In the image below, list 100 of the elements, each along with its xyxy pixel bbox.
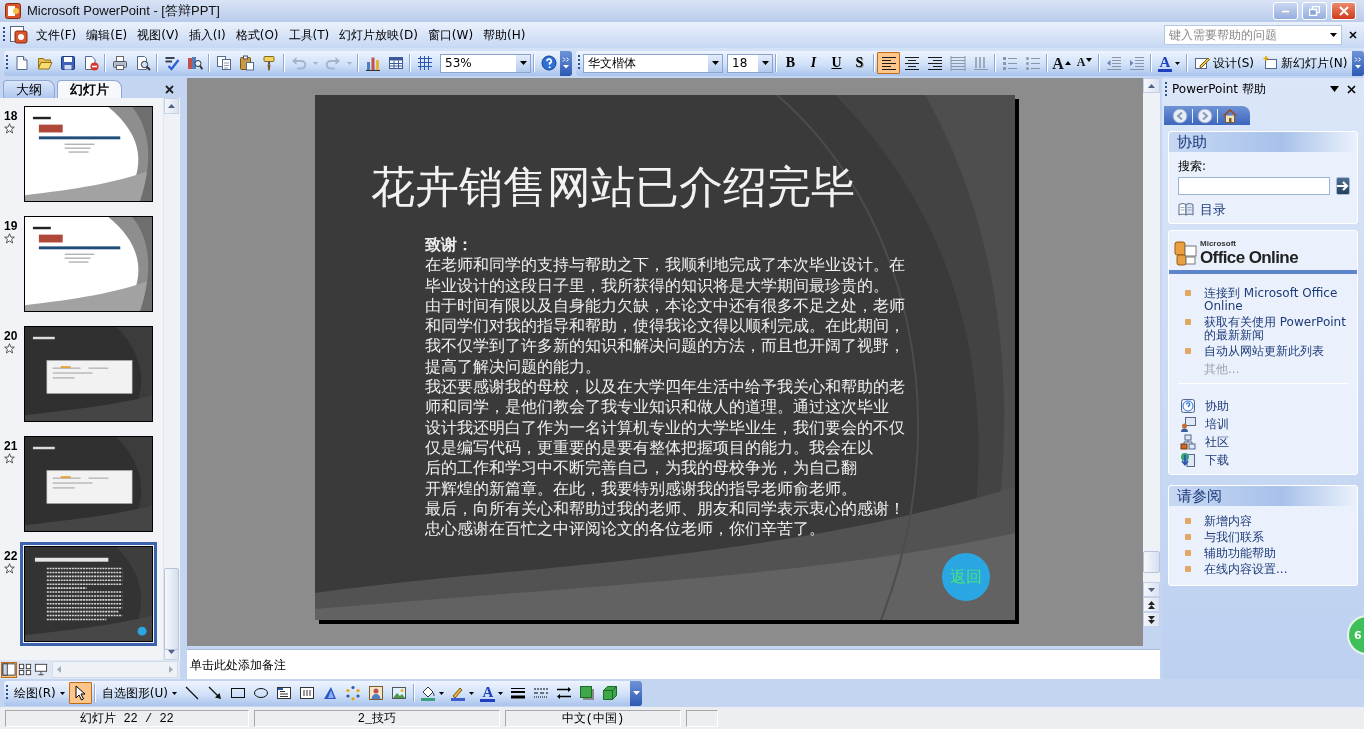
resource-link[interactable]: 社区 [1178,434,1349,450]
bullet-icon [1185,566,1191,572]
close-pane-button[interactable] [165,85,174,94]
scrollbar[interactable] [52,661,178,678]
resource-link[interactable]: 下载 [1178,452,1349,468]
scrollbar[interactable] [1143,78,1160,627]
help-link[interactable]: 自动从网站更新此列表 [1204,345,1349,358]
align-center-icon [903,55,920,71]
left-arrow-circle-icon [1172,107,1188,124]
autoshapes-menu-button[interactable]: 自选图形(U) [97,682,181,704]
menu-item[interactable]: 幻灯片放映(D) [334,23,423,47]
slide-number: 21 [4,439,18,453]
align-left-button[interactable] [877,52,900,74]
help-question-field[interactable]: 键入需要帮助的问题 [1164,25,1342,45]
menu-item[interactable]: 格式(O) [230,23,284,47]
scrollbar-thumb[interactable] [164,568,179,650]
framed-figure-icon [368,685,385,701]
bold-button[interactable]: B [779,52,802,74]
close-icon [1349,31,1357,39]
normal-view-button[interactable] [1,661,17,678]
bullet-icon [1185,550,1191,556]
menu-item[interactable]: 文件(F) [31,23,82,47]
question-mark-icon [1180,398,1196,414]
scroll-down-button[interactable] [1143,582,1160,597]
books-magnifier-icon [186,55,203,71]
resource-link[interactable]: 协助 [1178,398,1349,414]
menu-item[interactable]: 帮助(H) [478,23,531,47]
shrink-font-button[interactable]: A [1073,52,1096,74]
menu-item[interactable]: 编辑(E) [81,23,133,47]
new-page-icon [1262,55,1278,71]
slide-paragraph: 由于时间有限以及自身能力欠缺，本论文中还有很多不足之处，老师 和同学们对我的指导和帮助，使得我论文得以顺利完成。在此期间， 我不仅学到了许多新的知识和解决问题的方法，而且也开阔了视野， 提高了解决问题的能力。 [425,295,905,378]
search-go-button[interactable] [1336,177,1350,195]
shadow-button[interactable]: S [848,52,871,74]
indent-icon [1128,55,1145,71]
right-arrow-circle-icon [1197,107,1213,124]
font-size-combo[interactable]: 18 [727,53,773,73]
slide-paragraph: 忠心感谢在百忙之中评阅论文的各位老师，你们辛苦了。 [425,519,825,540]
down-triangle-icon [1086,58,1093,62]
paint-bucket-icon [419,685,436,701]
help-link[interactable]: 获取有关使用 PowerPoint 的最新新闻 [1204,316,1349,342]
bullet-icon [1185,319,1191,325]
arrow-icon [207,685,224,701]
scroll-up-button[interactable] [1143,78,1160,93]
zoom-combo[interactable]: 53% [440,53,531,73]
scrollbar-thumb[interactable] [1143,551,1160,573]
grow-font-button[interactable]: A [1050,52,1073,74]
help-link[interactable]: 辅助功能帮助 [1204,547,1349,560]
slide-show-button[interactable] [33,661,49,678]
slide-heading: 致谢： [425,235,473,256]
double-arrow-icon [556,685,573,701]
table-of-contents-link[interactable]: 目录 [1178,201,1349,217]
font-color-button[interactable]: A [1154,52,1184,74]
underline-button[interactable]: U [825,52,848,74]
scrollbar[interactable] [163,98,179,660]
caret-icon [171,691,177,695]
caret-icon [632,691,640,695]
slide-thumbnail[interactable] [20,542,157,646]
page-stop-icon [82,55,99,71]
font-color-button[interactable]: A [476,682,507,704]
notes-field[interactable]: 单击此处添加备注 [187,649,1160,679]
menu-item[interactable]: 窗口(W) [422,23,479,47]
pane-tab[interactable]: 大纲 [3,80,55,98]
caret-icon [346,61,352,65]
scroll-up-button[interactable] [164,98,179,114]
up-arrow-icon [1148,83,1155,88]
line-icon [184,685,201,701]
previous-slide-button[interactable] [1143,597,1160,612]
toolbar-options-button[interactable] [630,680,642,706]
help-link[interactable]: 新增内容 [1204,515,1349,528]
chevron-icon [562,57,570,69]
menu-item[interactable]: 插入(I) [183,23,231,47]
copy-icon [215,55,232,71]
redo-arrow-icon [324,55,341,71]
select-objects-button[interactable] [68,682,92,704]
toolbar-options-button[interactable] [1352,50,1364,76]
design-button[interactable]: 设计(S) [1190,52,1258,74]
toolbar-options-button[interactable] [560,50,572,76]
pane-tab[interactable]: 幻灯片 [57,80,122,98]
search-field[interactable] [1178,177,1330,195]
app-icon [5,3,21,19]
new-slide-button[interactable]: 新幻灯片(N) [1258,52,1352,74]
menu-item[interactable]: 视图(V) [132,23,184,47]
resource-link[interactable]: 培训 [1178,416,1349,432]
help-link[interactable]: 在线内容设置... [1204,563,1349,576]
task-pane-title: PowerPoint 帮助 [1172,80,1266,98]
draw-menu-button[interactable]: 绘图(R) [10,682,69,704]
network-icon [1180,434,1196,450]
close-icon [1347,84,1356,94]
menu-item[interactable]: 工具(T) [283,23,335,47]
caret-icon [761,61,769,65]
italic-button[interactable]: I [802,52,825,74]
close-button[interactable] [1331,2,1356,20]
table-icon [387,55,404,71]
next-slide-button[interactable] [1143,612,1160,627]
help-link[interactable]: 与我们联系 [1204,531,1349,544]
slide-sorter-button[interactable] [17,661,33,678]
slide-number: 19 [4,219,18,233]
clipboard-icon [238,55,255,71]
font-combo[interactable]: 华文楷体 [583,53,723,73]
help-link[interactable]: 连接到 Microsoft Office Online [1204,287,1349,313]
